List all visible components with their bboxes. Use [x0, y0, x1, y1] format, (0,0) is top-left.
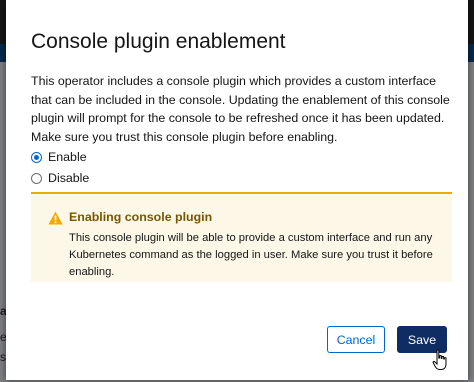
console-plugin-modal: Console plugin enablement This operator …	[6, 0, 468, 380]
enable-radio-option[interactable]: Enable	[31, 150, 87, 164]
disable-radio-option[interactable]: Disable	[31, 171, 89, 185]
modal-title: Console plugin enablement	[31, 30, 286, 53]
disable-radio-label[interactable]: Disable	[48, 171, 89, 185]
alert-title: Enabling console plugin	[69, 210, 213, 224]
warning-triangle-icon	[48, 211, 63, 225]
enable-radio-label[interactable]: Enable	[48, 150, 87, 164]
cancel-button[interactable]: Cancel	[327, 326, 385, 353]
warning-alert: Enabling console plugin This console plu…	[31, 192, 452, 282]
disable-radio-button[interactable]	[31, 172, 42, 184]
enable-radio-button[interactable]	[31, 151, 42, 163]
alert-body: This console plugin will be able to prov…	[69, 232, 433, 278]
hand-pointer-icon	[432, 349, 447, 370]
modal-description: This operator includes a console plugin …	[31, 74, 450, 144]
